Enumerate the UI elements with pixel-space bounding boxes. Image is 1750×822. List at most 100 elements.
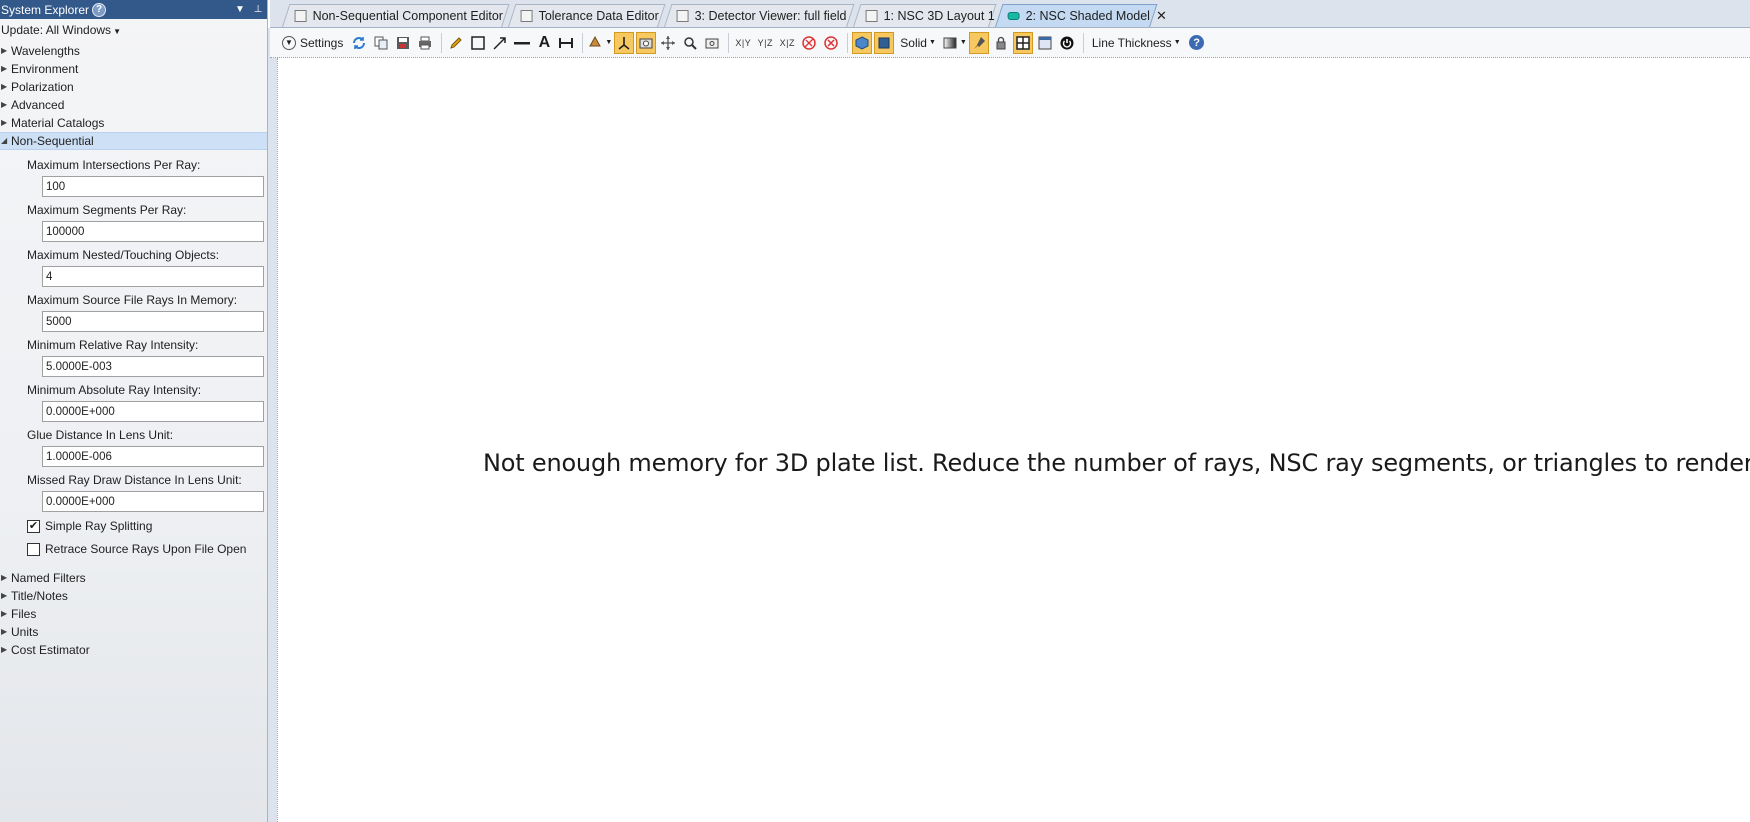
- glue-distance-input[interactable]: [42, 446, 264, 467]
- background-color-dropdown[interactable]: ▼: [942, 32, 967, 54]
- tree-item-label: Title/Notes: [11, 589, 68, 603]
- tree-item-advanced[interactable]: ▶ Advanced: [0, 96, 267, 114]
- panel-splitter[interactable]: [268, 28, 277, 822]
- tree-item-environment[interactable]: ▶ Environment: [0, 60, 267, 78]
- brush-icon[interactable]: [968, 31, 989, 54]
- tree-item-cost-estimator[interactable]: ▶ Cost Estimator: [0, 641, 267, 659]
- tab-nsc-3d-layout[interactable]: 1: NSC 3D Layout 1: [853, 4, 997, 27]
- help-icon[interactable]: ?: [92, 2, 107, 17]
- pan-icon[interactable]: [658, 32, 678, 54]
- simple-ray-splitting-checkbox[interactable]: ✔ Simple Ray Splitting: [27, 516, 267, 536]
- line-thickness-label: Line Thickness: [1091, 35, 1172, 50]
- print-icon[interactable]: [415, 32, 435, 54]
- tree-item-named-filters[interactable]: ▶ Named Filters: [0, 569, 267, 587]
- toolbar-separator: [582, 32, 584, 53]
- help-icon[interactable]: ?: [1187, 32, 1207, 54]
- snapshot-icon[interactable]: [702, 32, 722, 54]
- tree-item-units[interactable]: ▶ Units: [0, 623, 267, 641]
- window-tab-bar: Non-Sequential Component Editor Toleranc…: [270, 0, 1750, 28]
- text-icon[interactable]: A: [534, 32, 554, 54]
- layout-grid-icon[interactable]: [1012, 31, 1033, 54]
- field-label: Missed Ray Draw Distance In Lens Unit:: [27, 473, 242, 487]
- checkbox-checked-icon: ✔: [27, 519, 40, 533]
- tree-item-label: Polarization: [11, 80, 74, 94]
- retrace-source-rays-checkbox[interactable]: Retrace Source Rays Upon File Open: [27, 539, 267, 559]
- max-source-rays-input[interactable]: [42, 311, 264, 332]
- pencil-icon[interactable]: [446, 32, 466, 54]
- system-explorer-panel: System Explorer ? ▼ ⊥ Update: All Window…: [0, 0, 268, 822]
- chevron-down-icon: ▼: [113, 27, 121, 36]
- arrow-icon[interactable]: [490, 32, 510, 54]
- rectangle-icon[interactable]: [468, 32, 488, 54]
- collapse-arrow-icon: ◢: [1, 136, 8, 145]
- render-style-label: Solid: [900, 35, 927, 50]
- expand-arrow-icon: ▶: [1, 627, 8, 636]
- tree-item-material-catalogs[interactable]: ▶ Material Catalogs: [0, 114, 267, 132]
- tree-item-files[interactable]: ▶ Files: [0, 605, 267, 623]
- save-icon[interactable]: [393, 32, 413, 54]
- max-intersections-input[interactable]: [42, 176, 264, 197]
- toolbar-separator: [728, 32, 730, 53]
- min-absolute-intensity-input[interactable]: [42, 401, 264, 422]
- rotate-view-icon[interactable]: ▼: [587, 32, 612, 54]
- editor-icon: [294, 10, 307, 22]
- tree-item-title-notes[interactable]: ▶ Title/Notes: [0, 587, 267, 605]
- max-segments-input[interactable]: [42, 221, 264, 242]
- no-rays-icon[interactable]: [799, 32, 819, 54]
- settings-label: Settings: [300, 35, 344, 50]
- shaded-model-toolbar: ▼ Settings A ▼ X|Y Y|Z X|Z Solid ▼ ▼ Lin…: [270, 28, 1750, 58]
- view-camera-icon[interactable]: [636, 31, 657, 54]
- line-thickness-dropdown[interactable]: Line Thickness ▼: [1088, 32, 1185, 54]
- tab-nsc-shaded-model[interactable]: 2: NSC Shaded Model ✕: [995, 4, 1167, 27]
- view-xy-button[interactable]: X|Y: [733, 32, 753, 54]
- detector-icon: [676, 10, 689, 22]
- window-options-icon[interactable]: [1035, 32, 1055, 54]
- system-explorer-title: System Explorer: [1, 2, 90, 17]
- dimension-icon[interactable]: [556, 32, 576, 54]
- shaded-model-viewport[interactable]: Not enough memory for 3D plate list. Red…: [277, 58, 1750, 822]
- refresh-icon[interactable]: [349, 32, 369, 54]
- expand-arrow-icon: ▶: [1, 645, 8, 654]
- chevron-down-icon: ▼: [928, 39, 936, 46]
- tab-nsc-editor[interactable]: Non-Sequential Component Editor: [282, 4, 510, 27]
- axes-icon[interactable]: [614, 31, 635, 54]
- max-nested-objects-input[interactable]: [42, 266, 264, 287]
- tree-item-label: Material Catalogs: [11, 116, 105, 130]
- zoom-icon[interactable]: [680, 32, 700, 54]
- expand-arrow-icon: ▶: [1, 100, 8, 109]
- update-windows-label: Update: All Windows: [1, 23, 112, 37]
- tree-item-polarization[interactable]: ▶ Polarization: [0, 78, 267, 96]
- field-label: Glue Distance In Lens Unit:: [27, 428, 174, 442]
- checkbox-label: Retrace Source Rays Upon File Open: [45, 542, 247, 556]
- expand-arrow-icon: ▶: [1, 118, 8, 127]
- field-label: Minimum Relative Ray Intensity:: [27, 338, 199, 352]
- stop-icon[interactable]: [821, 32, 841, 54]
- tree-item-label: Environment: [11, 62, 79, 76]
- tree-item-non-sequential[interactable]: ◢ Non-Sequential: [0, 132, 267, 150]
- view-yz-button[interactable]: Y|Z: [755, 32, 775, 54]
- copy-icon[interactable]: [371, 32, 391, 54]
- line-icon[interactable]: [512, 32, 532, 54]
- missed-ray-distance-input[interactable]: [42, 491, 264, 512]
- lock-icon[interactable]: [991, 32, 1011, 54]
- tab-tolerance-editor[interactable]: Tolerance Data Editor: [508, 4, 666, 27]
- tab-detector-viewer[interactable]: 3: Detector Viewer: full field: [664, 4, 855, 27]
- settings-button[interactable]: ▼ Settings: [278, 32, 347, 54]
- render-style-dropdown[interactable]: Solid ▼: [896, 32, 940, 54]
- tree-item-wavelengths[interactable]: ▶ Wavelengths: [0, 42, 267, 60]
- power-icon[interactable]: [1057, 32, 1077, 54]
- settings-tree-bottom: ▶ Named Filters ▶ Title/Notes ▶ Files ▶ Unit…: [0, 569, 267, 659]
- update-windows-dropdown[interactable]: Update: All Windows ▼: [0, 19, 267, 37]
- panel-dropdown-icon[interactable]: ▼: [231, 4, 249, 15]
- checkbox-unchecked-icon: [27, 542, 40, 556]
- tree-item-label: Cost Estimator: [11, 643, 90, 657]
- pin-icon[interactable]: ⊥: [249, 4, 267, 15]
- tree-item-label: Non-Sequential: [11, 134, 94, 148]
- shaded-solid-icon[interactable]: [852, 31, 873, 54]
- close-icon[interactable]: ✕: [1156, 8, 1167, 24]
- fill-mode-icon[interactable]: [874, 31, 895, 54]
- min-relative-intensity-input[interactable]: [42, 356, 264, 377]
- tab-label: 3: Detector Viewer: full field: [694, 9, 847, 23]
- view-xz-button[interactable]: X|Z: [777, 32, 797, 54]
- tree-item-label: Units: [11, 625, 39, 639]
